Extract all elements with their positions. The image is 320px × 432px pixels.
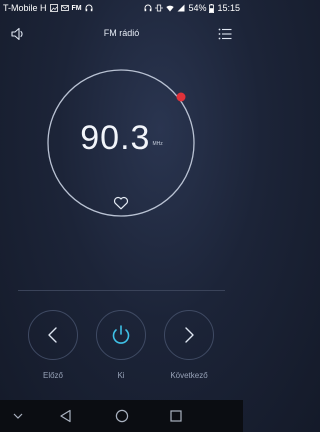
- vibrate-icon: [156, 4, 163, 12]
- power-button[interactable]: [96, 310, 146, 360]
- power-label: Ki: [117, 371, 125, 380]
- frequency-display: 90.3 MHz: [0, 119, 243, 158]
- mail-icon: [60, 5, 69, 11]
- image-notification-icon: [49, 4, 58, 12]
- menu-icon[interactable]: [217, 26, 233, 42]
- battery-icon: [209, 3, 215, 13]
- carrier-label: T-Mobile H: [3, 3, 47, 13]
- status-bar: T-Mobile H FM 54% 15:15: [0, 0, 243, 17]
- headset-status-icon: [145, 4, 152, 12]
- home-icon[interactable]: [114, 408, 130, 424]
- battery-percent: 54%: [188, 3, 207, 13]
- app-title: FM rádió: [103, 28, 140, 38]
- next-label: Következő: [170, 371, 208, 380]
- next-button[interactable]: [164, 310, 214, 360]
- chevron-left-icon: [48, 327, 57, 343]
- previous-button[interactable]: [28, 310, 78, 360]
- previous-label: Előző: [42, 371, 63, 380]
- tuner-indicator[interactable]: [176, 92, 186, 102]
- nav-hide-icon[interactable]: [10, 408, 26, 424]
- power-icon: [112, 325, 130, 344]
- frequency-value: 90.3: [80, 119, 151, 157]
- clock: 15:15: [217, 3, 240, 13]
- recents-icon[interactable]: [168, 408, 184, 424]
- app-bar: FM rádió: [0, 20, 243, 46]
- chevron-right-icon: [185, 327, 194, 343]
- divider: [18, 290, 225, 291]
- signal-icon: [177, 4, 185, 12]
- back-icon[interactable]: [58, 408, 74, 424]
- headset-icon: [85, 4, 93, 12]
- fm-badge: FM: [71, 4, 82, 12]
- wifi-icon: [166, 5, 175, 12]
- status-left: T-Mobile H FM: [3, 3, 93, 13]
- status-right: 54% 15:15: [144, 3, 240, 13]
- navigation-bar: [0, 400, 243, 432]
- heart-icon[interactable]: [113, 196, 129, 210]
- frequency-unit: MHz: [152, 141, 163, 147]
